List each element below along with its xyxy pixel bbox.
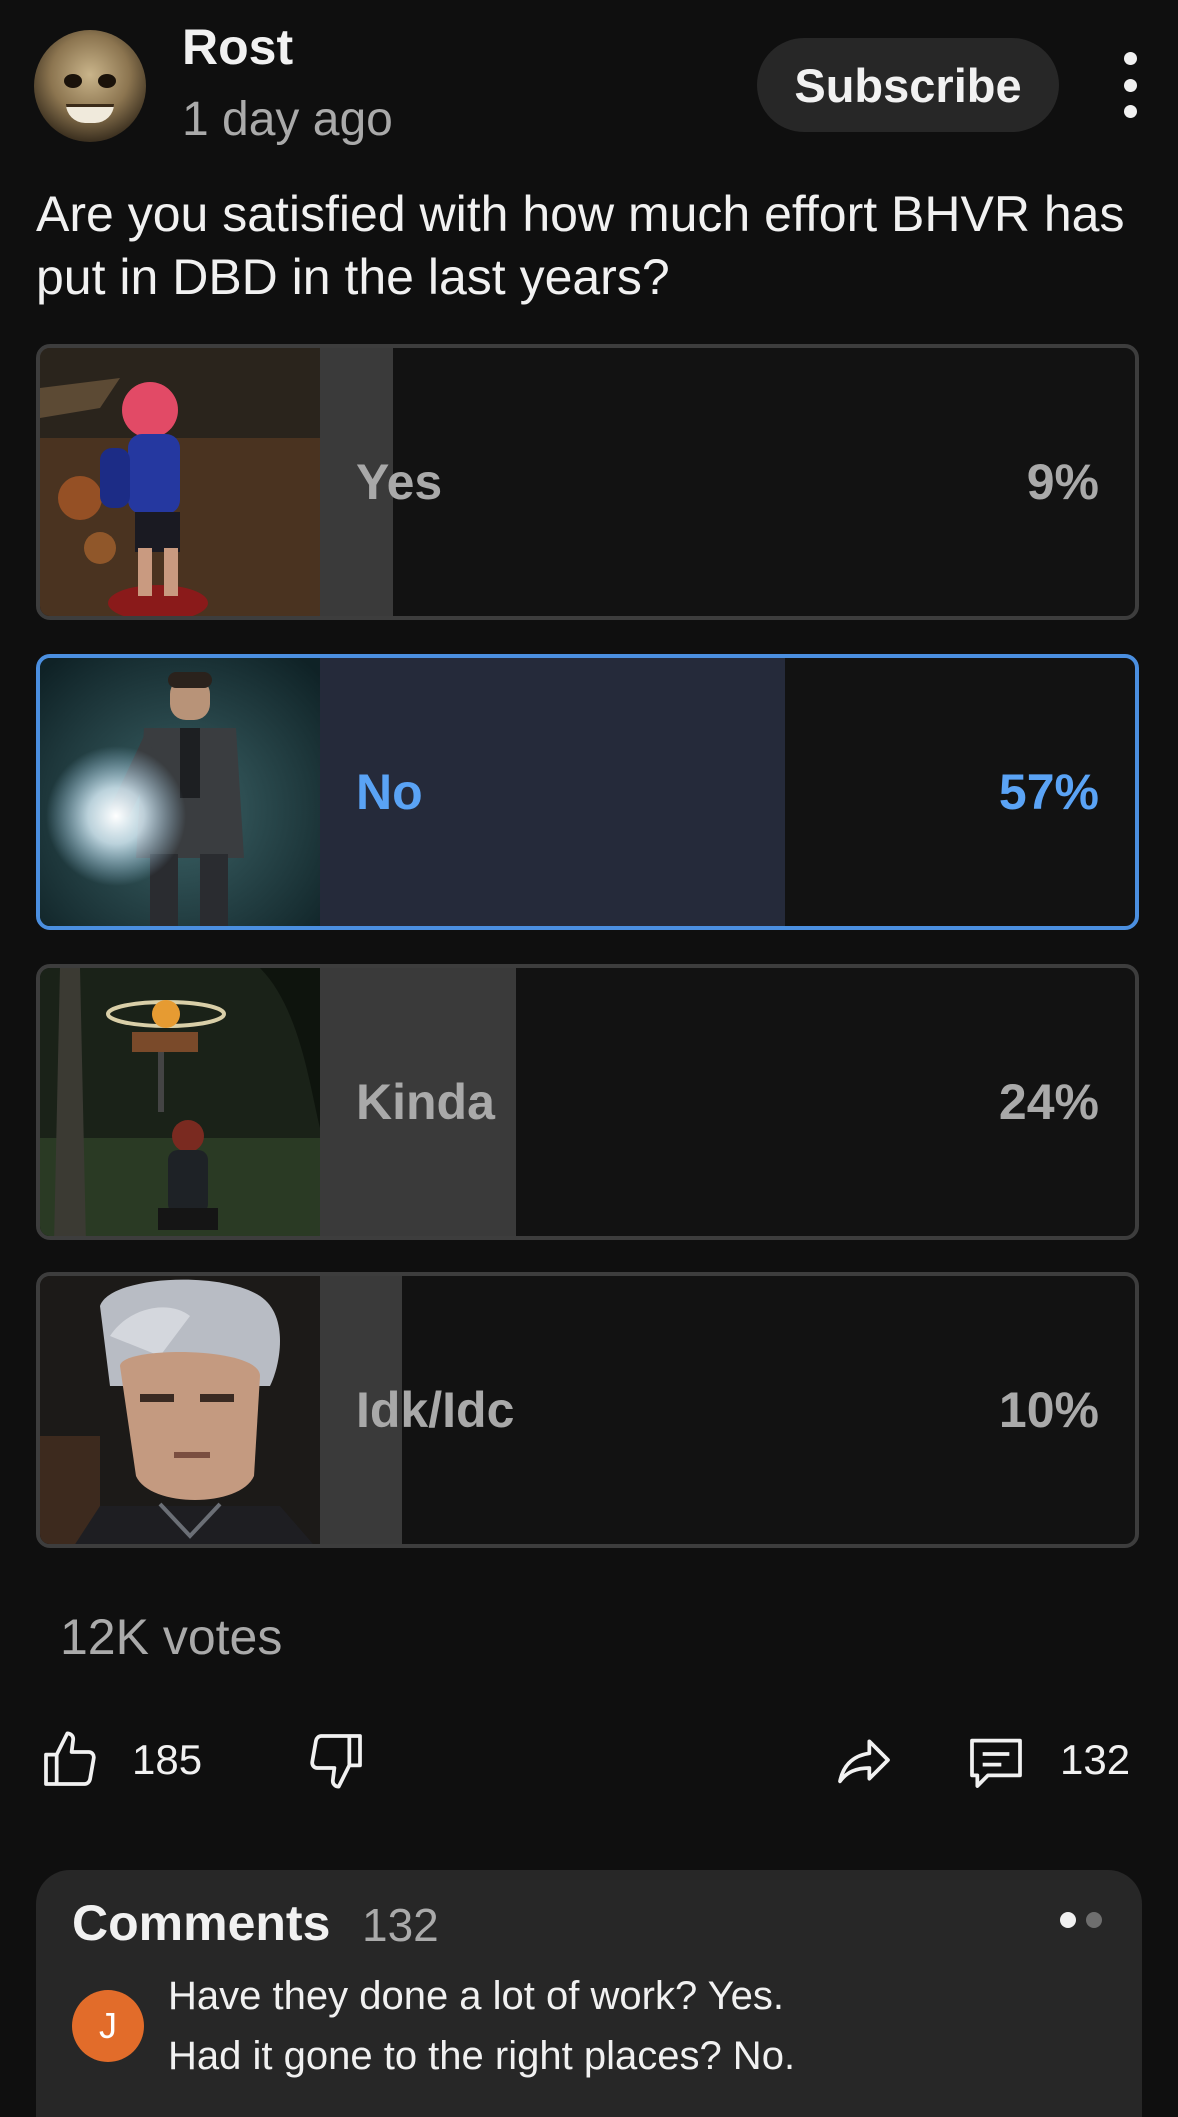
option-percent: 24% <box>998 1074 1099 1130</box>
poll-option-idk-idc[interactable]: Idk/Idc 10% <box>36 1272 1139 1548</box>
share-button[interactable] <box>832 1728 896 1797</box>
thumb-up-icon <box>44 1731 96 1786</box>
option-percent: 9% <box>1026 454 1099 510</box>
post-time: 1 day ago <box>182 93 393 146</box>
comments-card[interactable]: Comments 132 J Have they done a lot of w… <box>36 1870 1142 2117</box>
option-percent: 10% <box>998 1382 1099 1438</box>
comments-button[interactable] <box>964 1730 1028 1799</box>
option-label: Yes <box>356 454 443 510</box>
poll-question: Are you satisfied with how much effort B… <box>36 186 1125 305</box>
option-thumbnail <box>40 1276 320 1544</box>
top-comment-text: Have they done a lot of work? Yes. Had i… <box>168 1974 796 2078</box>
comment-icon <box>970 1738 1022 1788</box>
commenter-avatar[interactable]: J <box>72 1990 144 2062</box>
avatar-mouth <box>66 104 114 123</box>
pager-dots <box>1060 1912 1102 1928</box>
like-button[interactable] <box>38 1728 102 1797</box>
poll-option-no[interactable]: No 57% <box>36 654 1139 930</box>
option-thumbnail <box>40 348 320 616</box>
share-icon <box>838 1739 890 1784</box>
avatar-eye-left <box>64 74 82 88</box>
vote-count: 12K votes <box>60 1609 283 1665</box>
channel-name[interactable]: Rost <box>182 18 293 76</box>
option-label: No <box>356 764 423 820</box>
option-label: Idk/Idc <box>356 1382 515 1438</box>
thumb-down-icon <box>310 1734 362 1789</box>
poll-option-yes[interactable]: Yes 9% <box>36 344 1139 620</box>
like-count: 185 <box>132 1736 203 1783</box>
more-vert-icon[interactable] <box>1110 52 1150 118</box>
avatar-eye-right <box>98 74 116 88</box>
option-label: Kinda <box>356 1074 495 1130</box>
comment-count: 132 <box>1060 1736 1131 1783</box>
comments-count: 132 <box>362 1899 439 1951</box>
option-thumbnail <box>40 658 320 926</box>
option-percent: 57% <box>998 764 1099 820</box>
comments-title: Comments <box>72 1895 331 1951</box>
dislike-button[interactable] <box>304 1728 368 1797</box>
poll-option-kinda[interactable]: Kinda 24% <box>36 964 1139 1240</box>
channel-avatar[interactable] <box>34 30 146 142</box>
subscribe-button[interactable]: Subscribe <box>757 38 1059 132</box>
option-thumbnail <box>40 968 320 1236</box>
